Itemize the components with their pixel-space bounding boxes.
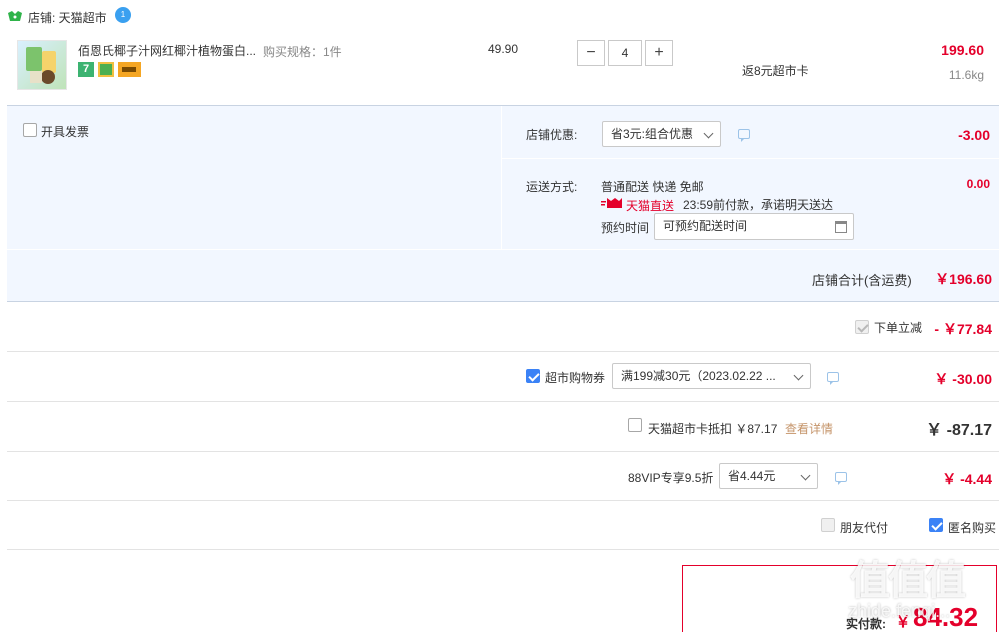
vip-amount: ￥ -4.44	[942, 471, 992, 487]
shop-name[interactable]: 店铺: 天猫超市	[28, 9, 107, 26]
divider	[7, 451, 999, 452]
calendar-icon	[835, 221, 847, 233]
service-icon-7day[interactable]: 7	[78, 62, 94, 77]
shipping-label: 运送方式:	[526, 180, 578, 194]
watermark-sub: zhide.fenqi...	[848, 601, 951, 621]
instant-discount-label: 下单立减	[874, 321, 923, 335]
divider	[7, 500, 999, 501]
shipping-amount: 0.00	[966, 177, 990, 191]
coupon-label[interactable]: 超市购物券	[545, 369, 605, 386]
vip-label: 88VIP专享9.5折	[628, 471, 714, 485]
order-detail-panel: 开具发票 店铺优惠: 省3元:组合优惠 -3.00 运送方式: 普通配送 快递 …	[7, 105, 999, 302]
watermark-logo: 值值值	[850, 548, 995, 603]
card-details-link[interactable]: 查看详情	[785, 420, 833, 437]
item-row: 佰恩氏椰子汁网红椰汁植物蛋白... 购买规格：1件 7 49.90 − 4 + …	[7, 32, 999, 104]
divider	[7, 401, 999, 402]
schedule-label: 预约时间	[601, 221, 650, 235]
item-weight: 11.6kg	[948, 68, 984, 82]
shop-chat-badge-count: 1	[120, 10, 126, 19]
quantity-increase-button[interactable]: +	[645, 40, 673, 66]
item-unit-price: 49.90	[488, 42, 519, 56]
quantity-decrease-button[interactable]: −	[577, 40, 605, 66]
card-checkbox[interactable]	[628, 418, 642, 432]
product-thumbnail[interactable]	[17, 40, 67, 90]
panel-divider	[501, 106, 502, 249]
shop-total-amount: ￥196.60	[935, 271, 992, 287]
item-spec: 购买规格：1件	[263, 45, 342, 59]
chevron-down-icon	[703, 128, 714, 139]
discount-amount: -3.00	[958, 127, 990, 143]
coupon-checkbox[interactable]	[526, 369, 540, 383]
chevron-down-icon	[800, 470, 811, 481]
discount-select-value: 省3元:组合优惠	[611, 127, 694, 141]
message-icon[interactable]	[835, 472, 847, 485]
anonymous-checkbox[interactable]	[929, 518, 943, 532]
card-label[interactable]: 天猫超市卡抵扣 ￥87.17	[648, 420, 777, 437]
item-title[interactable]: 佰恩氏椰子汁网红椰汁植物蛋白...	[78, 42, 256, 59]
total-row-divider	[7, 249, 999, 250]
tmall-direct-badge: 天猫直送	[626, 199, 675, 213]
schedule-time-value: 可预约配送时间	[663, 219, 748, 233]
schedule-time-select[interactable]: 可预约配送时间	[654, 213, 854, 240]
instant-discount-amount: - ￥77.84	[934, 321, 992, 337]
friend-pay-label: 朋友代付	[840, 521, 889, 535]
tmall-direct-icon	[601, 197, 623, 209]
divider	[7, 351, 999, 352]
coupon-select[interactable]: 满199减30元（2023.02.22 ...	[612, 363, 811, 389]
chevron-down-icon	[793, 370, 804, 381]
invoice-checkbox[interactable]	[23, 123, 37, 137]
message-icon[interactable]	[738, 129, 750, 142]
card-amount: ￥ -87.17	[926, 422, 992, 439]
item-total: 199.60	[941, 42, 984, 58]
shop-icon	[8, 10, 22, 21]
service-icon-card[interactable]	[118, 62, 141, 77]
anonymous-label[interactable]: 匿名购买	[948, 519, 996, 536]
vip-select[interactable]: 省4.44元	[719, 463, 818, 489]
message-icon[interactable]	[827, 372, 839, 385]
service-icon-guarantee[interactable]	[98, 62, 114, 77]
coupon-select-value: 满199减30元（2023.02.22 ...	[621, 369, 776, 383]
friend-pay-checkbox	[821, 518, 835, 532]
invoice-label[interactable]: 开具发票	[41, 123, 89, 140]
shop-total-label: 店铺合计(含运费)	[812, 273, 912, 288]
row-divider	[501, 158, 999, 159]
quantity-input[interactable]: 4	[608, 40, 642, 66]
shipping-method: 普通配送 快递 免邮	[601, 180, 704, 194]
shop-chat-badge[interactable]: 1	[115, 7, 131, 23]
discount-select[interactable]: 省3元:组合优惠	[602, 121, 721, 147]
item-cashback: 返8元超市卡	[742, 64, 809, 78]
coupon-amount: ￥ -30.00	[934, 371, 992, 387]
discount-label: 店铺优惠:	[526, 128, 578, 142]
vip-select-value: 省4.44元	[728, 469, 776, 483]
watermark-text: 值值值	[850, 559, 966, 603]
instant-discount-checkbox	[855, 320, 869, 334]
delivery-promise: 23:59前付款，承诺明天送达	[683, 198, 834, 212]
